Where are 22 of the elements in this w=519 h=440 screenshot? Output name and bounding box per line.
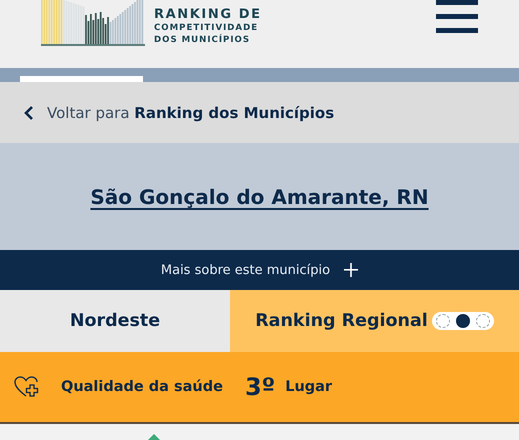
ranking-label: Ranking Regional [255,311,428,331]
pillar-name: Qualidade da saúde [61,379,223,395]
toggle-option[interactable] [476,314,490,328]
ranking-toggle[interactable] [432,312,494,330]
logo-bars-icon [41,0,145,46]
region-name: Nordeste [70,311,160,331]
rank-label: Lugar [285,379,332,395]
menu-icon[interactable] [436,0,478,34]
more-info-bar[interactable]: Mais sobre este município [0,250,519,290]
toggle-option[interactable] [456,314,470,328]
plus-icon [344,263,358,277]
toggle-option[interactable] [436,314,450,328]
up-triangle-icon [148,434,160,440]
municipality-title: São Gonçalo do Amarante, RN [90,184,429,208]
chevron-left-icon[interactable] [24,104,34,120]
heart-plus-icon [14,376,40,398]
logo-text: RANKING DE [154,7,262,22]
logo-text: COMPETITIVIDADE [154,22,260,34]
back-link[interactable]: Voltar para Ranking dos Municípios [47,104,334,122]
more-info-label: Mais sobre este município [160,262,330,278]
logo-text: DOS MUNICÍPIOS [154,34,252,46]
rank-position: 3º [244,373,276,401]
